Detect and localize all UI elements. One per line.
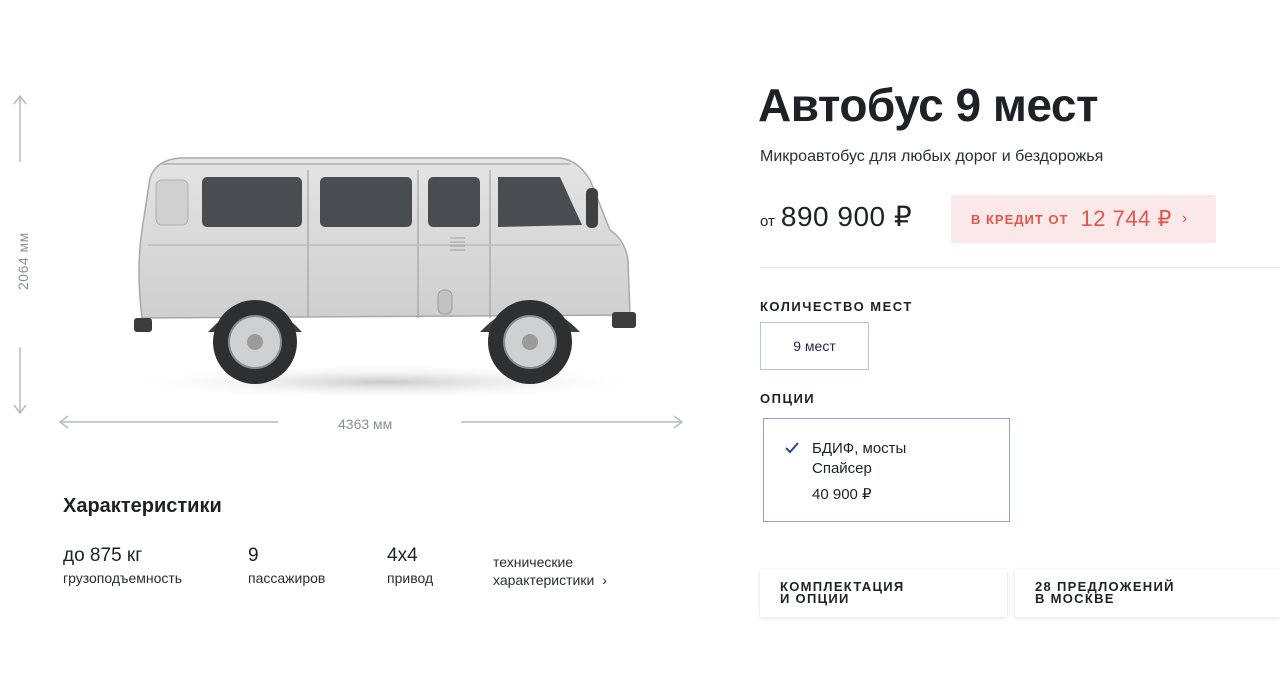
spec-passengers: 9 пассажиров [248,545,325,586]
price-block: от 890 900 ₽ [760,200,912,233]
spec-capacity: до 875 кг грузоподъемность [63,545,182,586]
height-dimension-label: 2064 мм [15,232,31,290]
price-prefix: от [760,213,775,230]
credit-button[interactable]: В КРЕДИТ ОТ 12 744 ₽ › [951,195,1216,243]
option-card-bdif[interactable]: БДИФ, мосты Спайсер 40 900 ₽ [763,418,1010,522]
check-icon [785,442,799,454]
option-name: БДИФ, мосты Спайсер [812,440,907,477]
tech-specs-link[interactable]: технические характеристики › [493,553,623,589]
rear-wheel [213,300,297,384]
spec-drive: 4x4 привод [387,545,433,586]
option-price: 40 900 ₽ [812,486,872,503]
options-label: ОПЦИИ [760,391,816,406]
tab-equipment-options[interactable]: КОМПЛЕКТАЦИЯ И ОПЦИИ [760,569,1007,617]
page-subtitle: Микроавтобус для любых дорог и бездорожь… [760,148,1104,165]
price-value: 890 900 ₽ [780,201,913,232]
tab-label: 28 ПРЕДЛОЖЕНИЙ В МОСКВЕ [1035,579,1175,606]
length-dimension-label: 4363 мм [338,416,393,432]
page-title: Автобус 9 мест [758,79,1099,131]
credit-label: В КРЕДИТ ОТ [971,211,1069,227]
chevron-right-icon: › [602,572,607,588]
spec-value: до 875 кг [63,545,143,566]
seat-option-label: 9 мест [793,338,836,354]
chevron-right-icon: › [1181,210,1188,227]
specs-title: Характеристики [63,495,222,517]
seat-option-9[interactable]: 9 мест [760,322,869,370]
divider [760,267,1280,268]
front-wheel [488,300,572,384]
tech-specs-link-label: технические характеристики [493,554,595,588]
spec-label: грузоподъемность [63,570,183,586]
spec-label: привод [387,570,434,586]
van-illustration [120,157,650,400]
spec-label: пассажиров [248,570,326,586]
tab-offers-moscow[interactable]: 28 ПРЕДЛОЖЕНИЙ В МОСКВЕ [1015,569,1280,617]
spec-value: 9 [248,545,259,566]
spec-value: 4x4 [387,545,418,566]
vehicle-image-area: 2064 мм 4363 мм [0,80,720,450]
tab-label: КОМПЛЕКТАЦИЯ И ОПЦИИ [780,579,905,606]
credit-value: 12 744 ₽ [1080,206,1172,231]
seats-label: КОЛИЧЕСТВО МЕСТ [760,299,913,314]
